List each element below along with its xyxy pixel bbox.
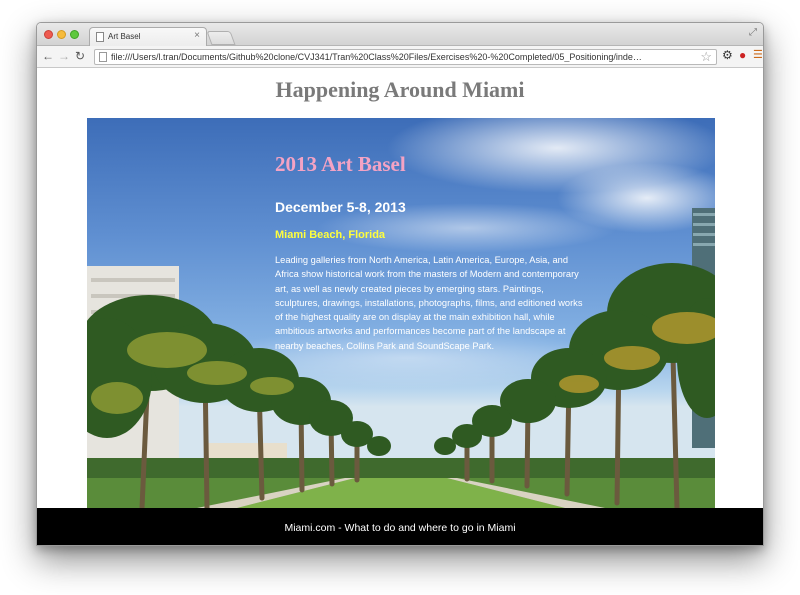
menu-icon[interactable]: ☰ (753, 48, 763, 62)
zoom-window-button[interactable] (70, 30, 79, 39)
event-date: December 5-8, 2013 (275, 199, 406, 215)
minimize-window-button[interactable] (57, 30, 66, 39)
forward-arrow-icon[interactable]: → (58, 49, 70, 63)
tab-bar: Art Basel × ⤢ (37, 23, 763, 47)
address-bar[interactable]: file:///Users/l.tran/Documents/Github%20… (94, 49, 717, 65)
footer: Miami.com - What to do and where to go i… (37, 508, 763, 545)
event-title: 2013 Art Basel (275, 152, 406, 176)
hero-image: 2013 Art Basel December 5-8, 2013 Miami … (87, 118, 715, 508)
new-tab-button[interactable] (206, 31, 236, 45)
page-icon (99, 52, 107, 62)
document-icon (96, 32, 104, 42)
site-title: Happening Around Miami (275, 77, 525, 102)
tab-art-basel[interactable]: Art Basel × (89, 27, 207, 47)
extension-icon[interactable]: ● (739, 48, 746, 62)
back-arrow-icon[interactable]: ← (42, 49, 54, 63)
fullscreen-icon[interactable]: ⤢ (749, 27, 757, 38)
close-window-button[interactable] (44, 30, 53, 39)
event-description: Leading galleries from North America, La… (275, 255, 583, 351)
footer-text: Miami.com - What to do and where to go i… (284, 522, 516, 534)
page-content: Happening Around Miami 2013 Art Basel De… (37, 69, 763, 545)
reload-icon[interactable]: ↻ (75, 49, 85, 63)
gear-icon[interactable]: ⚙ (722, 48, 733, 62)
browser-toolbar: ← → ↻ file:///Users/l.tran/Documents/Git… (37, 46, 763, 68)
url-text[interactable]: file:///Users/l.tran/Documents/Github%20… (111, 52, 681, 62)
star-icon[interactable]: ☆ (700, 49, 712, 65)
browser-window: Art Basel × ⤢ ← → ↻ file:///Users/l.tran… (36, 22, 764, 546)
tab-title: Art Basel (108, 32, 141, 41)
tab-close-icon[interactable]: × (194, 30, 200, 41)
event-location: Miami Beach, Florida (275, 229, 386, 241)
event-details: 2013 Art Basel December 5-8, 2013 Miami … (275, 152, 585, 353)
